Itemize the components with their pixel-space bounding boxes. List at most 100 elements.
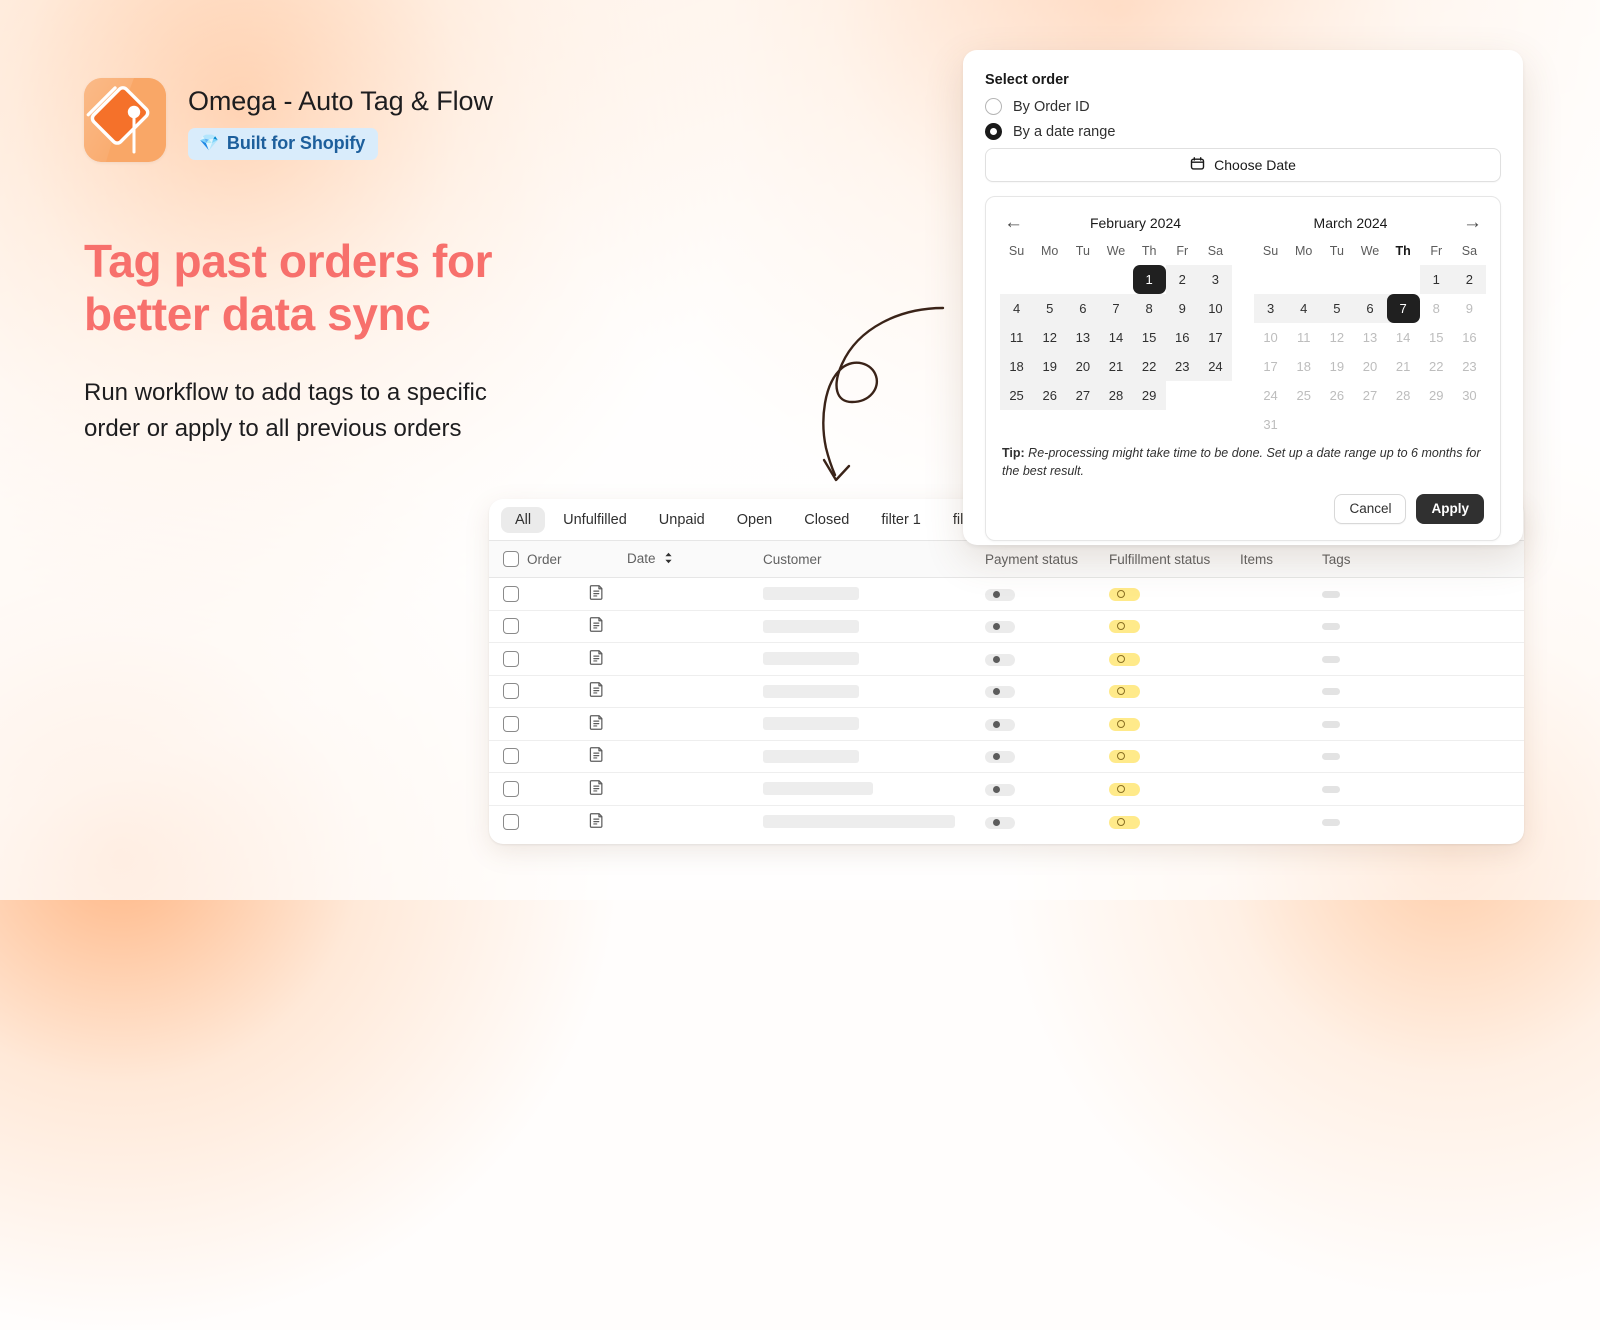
calendar-day-30[interactable]: 30 <box>1453 381 1486 410</box>
calendar-day-1[interactable]: 1 <box>1132 265 1166 294</box>
filter-tab-unfulfilled[interactable]: Unfulfilled <box>549 507 641 533</box>
column-date[interactable]: Date <box>627 541 763 578</box>
row-checkbox[interactable] <box>503 618 519 635</box>
table-row[interactable] <box>489 675 1524 708</box>
calendar-day-16[interactable]: 16 <box>1453 323 1486 352</box>
table-row[interactable] <box>489 577 1524 611</box>
calendar-day-14[interactable]: 14 <box>1099 323 1133 352</box>
note-icon[interactable] <box>589 681 627 701</box>
calendar-day-10[interactable]: 10 <box>1198 294 1232 323</box>
row-checkbox[interactable] <box>503 683 519 700</box>
select-all-checkbox[interactable] <box>503 551 519 567</box>
calendar-day-19[interactable]: 19 <box>1033 352 1067 381</box>
row-checkbox[interactable] <box>503 813 519 830</box>
calendar-day-14[interactable]: 14 <box>1387 323 1420 352</box>
note-icon[interactable] <box>589 616 627 636</box>
calendar-day-16[interactable]: 16 <box>1165 323 1199 352</box>
choose-date-button[interactable]: Choose Date <box>985 148 1501 182</box>
filter-tab-open[interactable]: Open <box>723 507 786 533</box>
calendar-day-3[interactable]: 3 <box>1254 294 1288 323</box>
calendar-day-29[interactable]: 29 <box>1132 381 1166 410</box>
calendar-day-6[interactable]: 6 <box>1353 294 1387 323</box>
calendar-day-20[interactable]: 20 <box>1066 352 1100 381</box>
note-icon[interactable] <box>589 649 627 669</box>
calendar-day-3[interactable]: 3 <box>1198 265 1232 294</box>
calendar-day-25[interactable]: 25 <box>1287 381 1320 410</box>
calendar-day-9[interactable]: 9 <box>1165 294 1199 323</box>
filter-tab-closed[interactable]: Closed <box>790 507 863 533</box>
calendar-day-21[interactable]: 21 <box>1099 352 1133 381</box>
calendar-day-12[interactable]: 12 <box>1320 323 1353 352</box>
calendar-february[interactable]: Su Mo Tu We Th Fr Sa 1 2 3 4 5 6 7 8 9 10 11 12 13 14 15 16 17 1… <box>1000 244 1232 439</box>
calendar-day-9[interactable]: 9 <box>1453 294 1486 323</box>
calendar-day-2[interactable]: 2 <box>1452 265 1486 294</box>
note-icon[interactable] <box>589 779 627 799</box>
note-icon[interactable] <box>589 812 627 832</box>
note-icon[interactable] <box>589 584 627 604</box>
table-row[interactable] <box>489 772 1524 806</box>
row-checkbox[interactable] <box>503 748 519 765</box>
calendar-day-18[interactable]: 18 <box>1287 352 1320 381</box>
radio-option-by-order-id[interactable]: By Order ID <box>985 98 1501 115</box>
calendar-day-2[interactable]: 2 <box>1165 265 1199 294</box>
calendar-day-4[interactable]: 4 <box>1000 294 1034 323</box>
apply-button[interactable]: Apply <box>1416 494 1484 524</box>
radio-by-date-range-control[interactable] <box>985 123 1002 140</box>
calendar-day-15[interactable]: 15 <box>1420 323 1453 352</box>
radio-option-by-date-range[interactable]: By a date range <box>985 123 1501 140</box>
filter-tab-filter-1[interactable]: filter 1 <box>867 507 935 533</box>
calendar-day-11[interactable]: 11 <box>1287 323 1320 352</box>
calendar-day-5[interactable]: 5 <box>1033 294 1067 323</box>
row-checkbox[interactable] <box>503 715 519 732</box>
calendar-day-1[interactable]: 1 <box>1419 265 1453 294</box>
calendar-day-27[interactable]: 27 <box>1353 381 1386 410</box>
calendar-day-20[interactable]: 20 <box>1353 352 1386 381</box>
calendar-day-27[interactable]: 27 <box>1066 381 1100 410</box>
note-icon[interactable] <box>589 746 627 766</box>
arrow-right-icon[interactable]: → <box>1458 213 1482 232</box>
table-row[interactable] <box>489 707 1524 741</box>
filter-tab-all[interactable]: All <box>501 507 546 533</box>
calendar-day-18[interactable]: 18 <box>1000 352 1034 381</box>
calendar-day-12[interactable]: 12 <box>1033 323 1067 352</box>
calendar-day-7[interactable]: 7 <box>1099 294 1133 323</box>
row-checkbox[interactable] <box>503 650 519 667</box>
calendar-day-5[interactable]: 5 <box>1320 294 1354 323</box>
filter-tab-unpaid[interactable]: Unpaid <box>645 507 719 533</box>
calendar-day-8[interactable]: 8 <box>1420 294 1453 323</box>
calendar-day-24[interactable]: 24 <box>1198 352 1232 381</box>
calendar-day-29[interactable]: 29 <box>1420 381 1453 410</box>
calendar-day-6[interactable]: 6 <box>1066 294 1100 323</box>
calendar-day-23[interactable]: 23 <box>1453 352 1486 381</box>
calendar-day-10[interactable]: 10 <box>1254 323 1287 352</box>
table-row[interactable] <box>489 610 1524 643</box>
calendar-day-4[interactable]: 4 <box>1287 294 1321 323</box>
calendar-day-24[interactable]: 24 <box>1254 381 1287 410</box>
calendar-march[interactable]: Su Mo Tu We Th Fr Sa 1 2 3 4 5 6 7 8 9 10 11 12 13 14 15 16 17 1… <box>1254 244 1486 439</box>
calendar-day-26[interactable]: 26 <box>1320 381 1353 410</box>
table-row[interactable] <box>489 740 1524 773</box>
cancel-button[interactable]: Cancel <box>1334 494 1407 524</box>
calendar-day-28[interactable]: 28 <box>1099 381 1133 410</box>
calendar-day-13[interactable]: 13 <box>1066 323 1100 352</box>
calendar-day-31[interactable]: 31 <box>1254 410 1287 439</box>
arrow-left-icon[interactable]: ← <box>1004 213 1028 232</box>
calendar-day-19[interactable]: 19 <box>1320 352 1353 381</box>
calendar-day-17[interactable]: 17 <box>1254 352 1287 381</box>
row-checkbox[interactable] <box>503 780 519 797</box>
table-row[interactable] <box>489 805 1524 838</box>
calendar-day-22[interactable]: 22 <box>1132 352 1166 381</box>
calendar-day-26[interactable]: 26 <box>1033 381 1067 410</box>
calendar-day-8[interactable]: 8 <box>1132 294 1166 323</box>
sort-arrows-icon[interactable] <box>664 552 673 567</box>
note-icon[interactable] <box>589 714 627 734</box>
calendar-day-23[interactable]: 23 <box>1165 352 1199 381</box>
calendar-day-21[interactable]: 21 <box>1387 352 1420 381</box>
calendar-day-7[interactable]: 7 <box>1386 294 1420 323</box>
calendar-day-13[interactable]: 13 <box>1353 323 1386 352</box>
calendar-day-22[interactable]: 22 <box>1420 352 1453 381</box>
table-row[interactable] <box>489 642 1524 676</box>
calendar-day-17[interactable]: 17 <box>1198 323 1232 352</box>
calendar-day-15[interactable]: 15 <box>1132 323 1166 352</box>
radio-by-order-id-control[interactable] <box>985 98 1002 115</box>
